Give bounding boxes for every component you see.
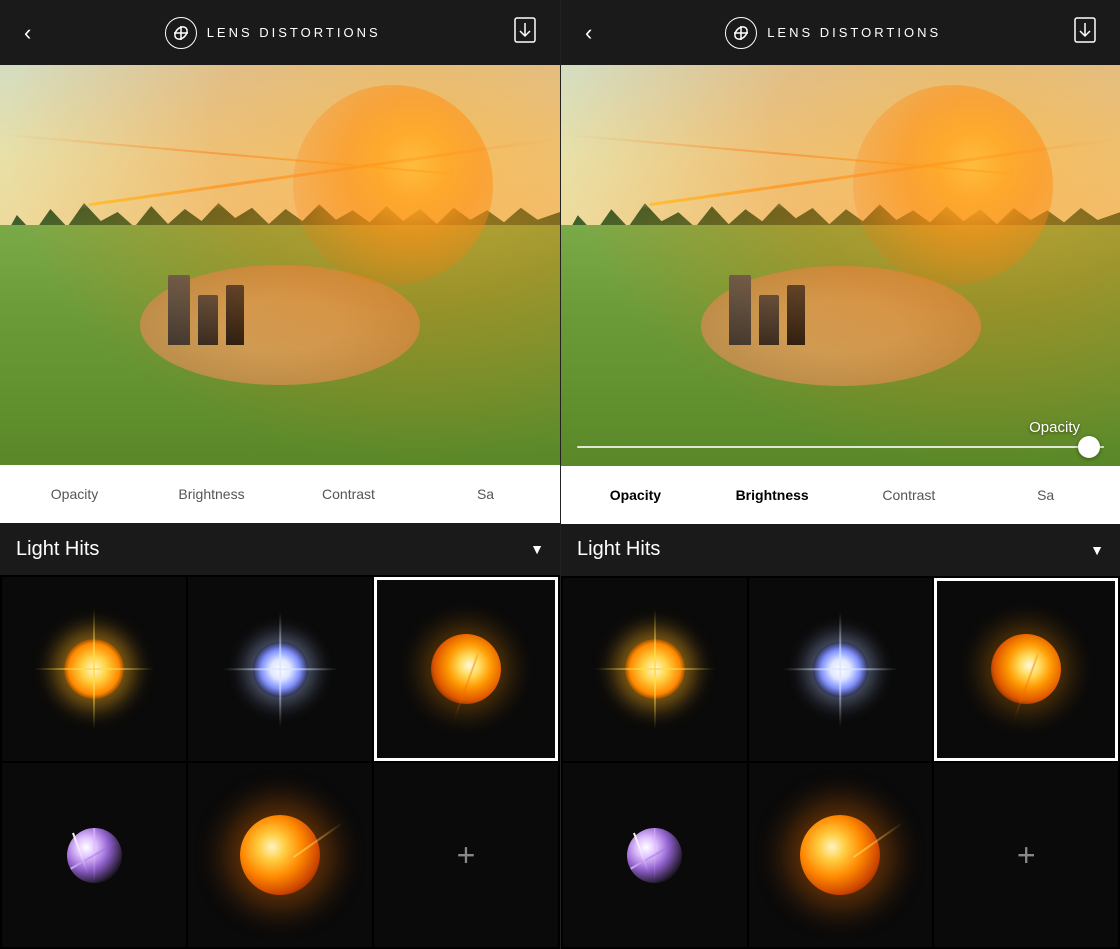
header-center-left: LENS DISTORTIONS	[165, 17, 381, 49]
light-hits-dropdown-left[interactable]: ▼	[530, 541, 544, 557]
thumbnails-grid-left: +	[0, 575, 560, 949]
thumb-4-right[interactable]	[563, 763, 747, 947]
plus-icon-left: +	[457, 839, 476, 871]
controls-row-right: Opacity Brightness Contrast Sa	[561, 466, 1120, 524]
light-hits-section-right: Light Hits ▼	[561, 524, 1120, 949]
thumb-6-left[interactable]: +	[374, 763, 558, 947]
star-white-2-left	[253, 642, 308, 697]
logo-circle-left	[165, 17, 197, 49]
thumb-3-right[interactable]	[934, 578, 1118, 762]
flare-purple-4-left	[67, 828, 122, 883]
player-umpire-left	[226, 285, 244, 345]
scene-left	[0, 65, 560, 465]
app-title-left: LENS DISTORTIONS	[207, 25, 381, 40]
left-panel: ‹ LENS DISTORTIONS	[0, 0, 560, 949]
thumb-inner-2-right	[749, 578, 933, 762]
thumb-4-left[interactable]	[2, 763, 186, 947]
white-streak-4-right	[633, 833, 650, 875]
header-center-right: LENS DISTORTIONS	[725, 17, 941, 49]
control-brightness-right[interactable]: Brightness	[706, 466, 839, 524]
light-hits-header-right: Light Hits ▼	[561, 524, 1120, 576]
sun-flare-left	[293, 85, 493, 285]
thumb-inner-5-right	[749, 763, 933, 947]
control-opacity-right[interactable]: Opacity	[569, 466, 702, 524]
light-hits-dropdown-right[interactable]: ▼	[1090, 542, 1104, 558]
thumb-inner-1-right	[563, 578, 747, 762]
download-button-left[interactable]	[506, 9, 544, 57]
lens-streak-3-left	[431, 634, 501, 704]
light-hits-title-right: Light Hits	[577, 538, 660, 561]
star-yellow-1-left	[64, 639, 124, 699]
thumb-inner-2-left	[188, 577, 372, 761]
thumb-inner-3-right	[934, 578, 1118, 762]
controls-row-left: Opacity Brightness Contrast Sa	[0, 465, 560, 523]
photo-area-left	[0, 65, 560, 465]
thumb-2-left[interactable]	[188, 577, 372, 761]
thumb-5-right[interactable]	[749, 763, 933, 947]
star-yellow-1-right	[625, 639, 685, 699]
logo-icon-right	[732, 24, 750, 42]
control-saturation-right[interactable]: Sa	[979, 466, 1112, 524]
back-button-left[interactable]: ‹	[16, 12, 39, 54]
player-catcher-left	[198, 295, 218, 345]
logo-icon-left	[172, 24, 190, 42]
right-panel: ‹ LENS DISTORTIONS	[560, 0, 1120, 949]
lens-streak-3-right	[991, 634, 1061, 704]
light-hits-title-left: Light Hits	[16, 538, 99, 561]
back-button-right[interactable]: ‹	[577, 12, 600, 54]
flare-purple-4-right	[627, 828, 682, 883]
opacity-overlay: Opacity	[561, 65, 1120, 466]
white-streak-4-left	[72, 833, 89, 875]
thumb-inner-4-right	[563, 763, 747, 947]
control-contrast-left[interactable]: Contrast	[282, 465, 415, 523]
thumb-inner-5-left	[188, 763, 372, 947]
thumb-1-left[interactable]	[2, 577, 186, 761]
thumbnails-grid-right: +	[561, 576, 1120, 949]
thumb-3-left[interactable]	[374, 577, 558, 761]
thumb-6-right[interactable]: +	[934, 763, 1118, 947]
light-hits-header-left: Light Hits ▼	[0, 523, 560, 575]
logo-circle-right	[725, 17, 757, 49]
opacity-slider-label: Opacity	[1029, 419, 1080, 436]
thumb-inner-1-left	[2, 577, 186, 761]
control-contrast-right[interactable]: Contrast	[843, 466, 976, 524]
glow-orange-5-left	[240, 815, 320, 895]
plus-icon-right: +	[1017, 839, 1036, 871]
thumb-5-left[interactable]	[188, 763, 372, 947]
thumb-inner-4-left	[2, 763, 186, 947]
header-right: ‹ LENS DISTORTIONS	[561, 0, 1120, 65]
header-left: ‹ LENS DISTORTIONS	[0, 0, 560, 65]
star-white-2-right	[813, 642, 868, 697]
app-title-right: LENS DISTORTIONS	[767, 25, 941, 40]
download-icon-right	[1074, 17, 1096, 43]
download-icon-left	[514, 17, 536, 43]
glow-orange-5-right	[800, 815, 880, 895]
download-button-right[interactable]	[1066, 9, 1104, 57]
control-opacity-left[interactable]: Opacity	[8, 465, 141, 523]
photo-area-right: Opacity	[561, 65, 1120, 466]
slider-thumb[interactable]	[1078, 436, 1100, 458]
players-left	[168, 275, 244, 345]
slider-track[interactable]	[577, 446, 1104, 448]
player-batter-left	[168, 275, 190, 345]
control-brightness-left[interactable]: Brightness	[145, 465, 278, 523]
thumb-2-right[interactable]	[749, 578, 933, 762]
thumb-inner-3-left	[374, 577, 558, 761]
light-hits-section-left: Light Hits ▼	[0, 523, 560, 949]
thumb-1-right[interactable]	[563, 578, 747, 762]
control-saturation-left[interactable]: Sa	[419, 465, 552, 523]
